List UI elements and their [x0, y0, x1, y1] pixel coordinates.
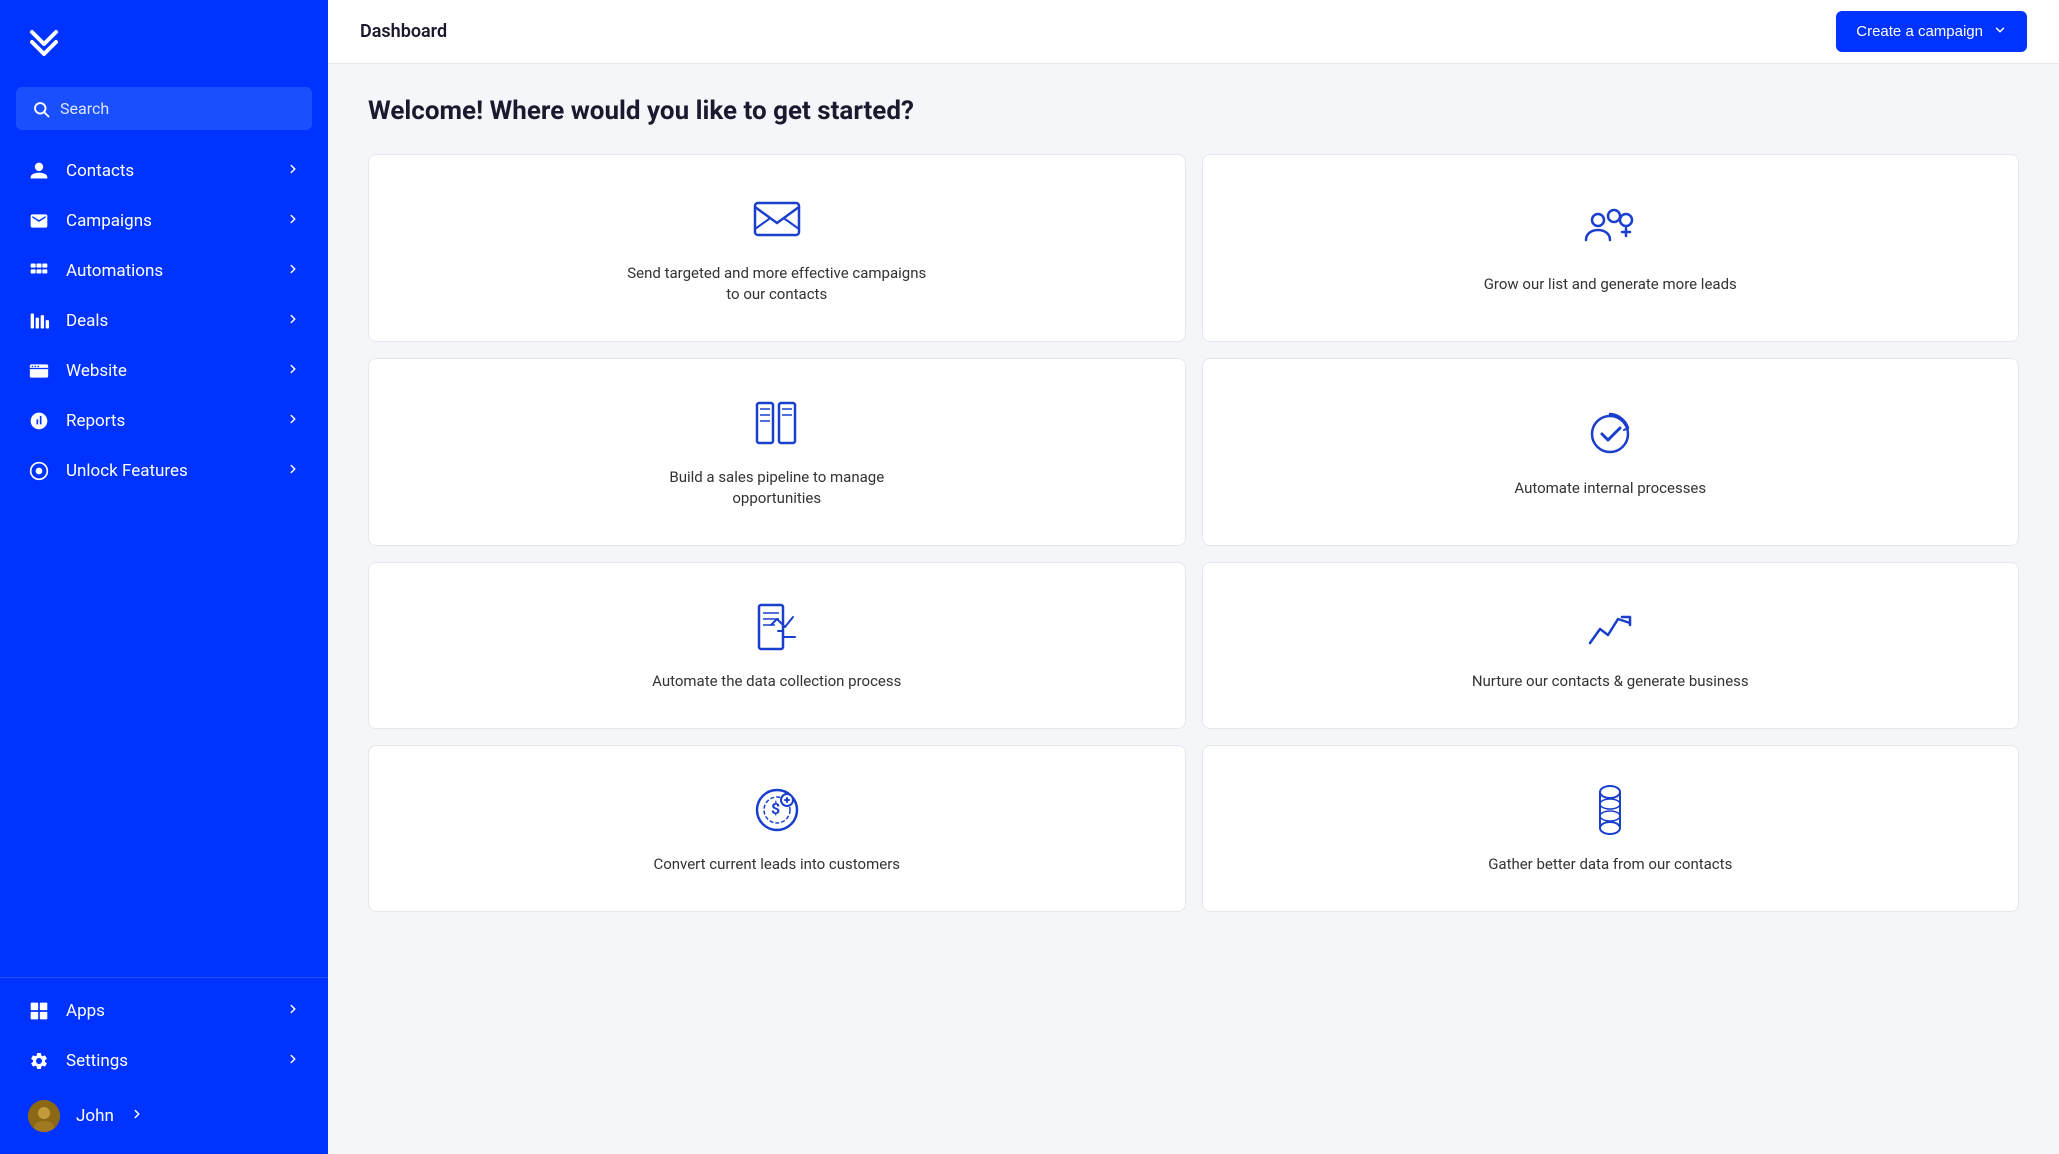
- apps-label: Apps: [66, 1001, 270, 1021]
- nav-section: Contacts Campaigns Automations: [0, 146, 328, 969]
- automate-card-icon: [1582, 406, 1638, 462]
- nurture-card-icon: [1582, 599, 1638, 655]
- sidebar-item-deals[interactable]: Deals: [0, 296, 328, 346]
- create-campaign-button[interactable]: Create a campaign: [1836, 11, 2027, 52]
- sidebar: Search Contacts Campaigns: [0, 0, 328, 1154]
- reports-label: Reports: [66, 411, 270, 431]
- main-content: Dashboard Create a campaign Welcome! Whe…: [328, 0, 2059, 1154]
- automations-icon: [28, 260, 50, 282]
- convert-card-text: Convert current leads into customers: [653, 854, 900, 875]
- settings-icon: [28, 1050, 50, 1072]
- nurture-card-text: Nurture our contacts & generate business: [1472, 671, 1749, 692]
- website-icon: [28, 360, 50, 382]
- apps-icon: [28, 1000, 50, 1022]
- convert-card-icon: $: [749, 782, 805, 838]
- deals-icon: [28, 310, 50, 332]
- pipeline-card-text: Build a sales pipeline to manage opportu…: [627, 467, 927, 509]
- card-convert[interactable]: $ Convert current leads into customers: [368, 745, 1186, 912]
- sidebar-item-reports[interactable]: Reports: [0, 396, 328, 446]
- website-label: Website: [66, 361, 270, 381]
- campaigns-card-text: Send targeted and more effective campaig…: [627, 263, 927, 305]
- sidebar-divider: [0, 977, 328, 978]
- reports-chevron: [286, 411, 300, 431]
- automations-chevron: [286, 261, 300, 281]
- cards-grid: Send targeted and more effective campaig…: [368, 154, 2019, 912]
- deals-label: Deals: [66, 311, 270, 331]
- settings-label: Settings: [66, 1051, 270, 1071]
- user-profile[interactable]: John: [0, 1086, 328, 1146]
- search-bar[interactable]: Search: [16, 87, 312, 130]
- card-nurture[interactable]: Nurture our contacts & generate business: [1202, 562, 2020, 729]
- page-title: Dashboard: [360, 21, 447, 42]
- card-campaigns[interactable]: Send targeted and more effective campaig…: [368, 154, 1186, 342]
- search-icon: [32, 100, 50, 118]
- leads-card-text: Grow our list and generate more leads: [1484, 274, 1737, 295]
- create-campaign-chevron: [1993, 23, 2007, 40]
- website-chevron: [286, 361, 300, 381]
- unlock-chevron: [286, 461, 300, 481]
- campaigns-chevron: [286, 211, 300, 231]
- data-card-icon: [749, 599, 805, 655]
- user-name: John: [76, 1106, 114, 1126]
- sidebar-bottom: Apps Settings John: [0, 986, 328, 1154]
- sidebar-item-apps[interactable]: Apps: [0, 986, 328, 1036]
- sidebar-item-contacts[interactable]: Contacts: [0, 146, 328, 196]
- card-leads[interactable]: Grow our list and generate more leads: [1202, 154, 2020, 342]
- pipeline-card-icon: [749, 395, 805, 451]
- card-pipeline[interactable]: Build a sales pipeline to manage opportu…: [368, 358, 1186, 546]
- unlock-icon: [28, 460, 50, 482]
- automations-label: Automations: [66, 261, 270, 281]
- contacts-label: Contacts: [66, 161, 270, 181]
- sidebar-item-website[interactable]: Website: [0, 346, 328, 396]
- settings-chevron: [286, 1051, 300, 1071]
- contacts-chevron: [286, 161, 300, 181]
- sidebar-item-unlock[interactable]: Unlock Features: [0, 446, 328, 496]
- avatar: [28, 1100, 60, 1132]
- reports-icon: [28, 410, 50, 432]
- sidebar-item-settings[interactable]: Settings: [0, 1036, 328, 1086]
- topbar: Dashboard Create a campaign: [328, 0, 2059, 64]
- card-gather[interactable]: Gather better data from our contacts: [1202, 745, 2020, 912]
- apps-chevron: [286, 1001, 300, 1021]
- campaigns-icon: [28, 210, 50, 232]
- email-card-icon: [749, 191, 805, 247]
- contacts-icon: [28, 160, 50, 182]
- gather-card-icon: [1582, 782, 1638, 838]
- unlock-label: Unlock Features: [66, 461, 270, 481]
- user-chevron: [130, 1106, 144, 1126]
- gather-card-text: Gather better data from our contacts: [1488, 854, 1732, 875]
- deals-chevron: [286, 311, 300, 331]
- card-automate[interactable]: Automate internal processes: [1202, 358, 2020, 546]
- leads-card-icon: [1582, 202, 1638, 258]
- welcome-heading: Welcome! Where would you like to get sta…: [368, 96, 2019, 126]
- search-label: Search: [60, 99, 109, 118]
- card-data[interactable]: Automate the data collection process: [368, 562, 1186, 729]
- dashboard-content: Welcome! Where would you like to get sta…: [328, 64, 2059, 1154]
- svg-text:$: $: [771, 799, 780, 818]
- automate-card-text: Automate internal processes: [1514, 478, 1706, 499]
- create-campaign-label: Create a campaign: [1856, 23, 1983, 40]
- sidebar-item-campaigns[interactable]: Campaigns: [0, 196, 328, 246]
- data-card-text: Automate the data collection process: [652, 671, 901, 692]
- campaigns-label: Campaigns: [66, 211, 270, 231]
- sidebar-item-automations[interactable]: Automations: [0, 246, 328, 296]
- logo-icon: [28, 24, 60, 63]
- sidebar-logo[interactable]: [0, 0, 328, 87]
